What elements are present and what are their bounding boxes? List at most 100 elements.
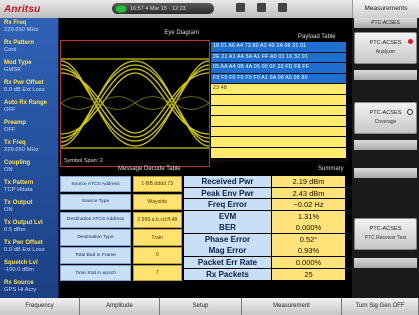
summary-row: Freq Error −0.02 Hz [184, 199, 345, 211]
table-row: Destination Type Train [60, 229, 182, 246]
summary-value: 1.31% [272, 210, 345, 222]
ptc-acses-coverage-button[interactable]: PTC-ACSES Coverage [354, 102, 417, 134]
summary-value: −0.02 Hz [272, 199, 345, 211]
parameter-item[interactable]: Rx Pattern Cont [0, 38, 58, 58]
summary-label: BER [184, 222, 271, 234]
summary-label: Received Pwr [184, 176, 271, 187]
summary-row: Mag Error 0.93% [184, 245, 345, 257]
parameter-item[interactable]: Rx Source GPS Hi Acry [0, 278, 58, 298]
decode-label: Destination ATCS Address [60, 211, 131, 228]
summary-label: Phase Error [184, 233, 271, 245]
divider [354, 168, 417, 178]
ptc-receiver-test-button[interactable]: PTC-ACSES PTC Receiver Test [354, 218, 417, 250]
menu-button-amplitude[interactable]: Amplitude [80, 298, 160, 315]
payload-row [211, 147, 346, 158]
parameter-item[interactable]: Squelch Lvl -100.0 dBm [0, 258, 58, 278]
coverage-button-title: PTC-ACSES [369, 110, 402, 116]
menu-button-setup[interactable]: Setup [160, 298, 242, 315]
parameter-item[interactable]: Tx Pwr Offset 0.0 dB Ext Loss [0, 238, 58, 258]
menu-button-turn-sig-gen-off[interactable]: Turn Sig Gen OFF [342, 298, 419, 315]
parameter-value: ON [4, 207, 13, 213]
selected-icon [408, 39, 413, 44]
table-row: Total Bad in Frame 0 [60, 247, 182, 264]
decode-label: Destination Type [60, 229, 131, 246]
summary-row: BER 0.000% [184, 222, 345, 234]
parameter-label: Squelch Lvl [4, 260, 38, 266]
payload-row: 18 01 A6 A4 73 80 A2 40 2A 08 31 01 [211, 42, 346, 52]
parameter-item[interactable]: Tx Output ON [0, 198, 58, 218]
parameter-label: Tx Freq [4, 140, 26, 146]
summary-label: Rx Packets [184, 268, 271, 280]
decode-value: 2.999.a.b.cd.ff.48 [132, 211, 182, 228]
parameter-label: Tx Pattern [4, 180, 34, 186]
summary-row: Phase Error 0.52° [184, 233, 345, 245]
parameter-value: 229.650 MHz [4, 147, 39, 153]
summary-row: Rx Packets 25 [184, 268, 345, 280]
parameter-label: Tx Pwr Offset [4, 240, 43, 246]
parameter-item[interactable]: Tx Output Lvl 0.5 dBm [0, 218, 58, 238]
parameter-label: Mod Type [4, 60, 32, 66]
parameter-item[interactable]: Rx Freq 229.650 MHz [0, 18, 58, 38]
payload-row [211, 116, 346, 126]
decode-value: 1-BB.dddd.73 [132, 176, 182, 193]
decode-label: Source Type [60, 193, 131, 211]
parameter-label: Rx Source [4, 280, 34, 286]
summary-value: 0.000% [272, 222, 345, 234]
eye-diagram-title: Eye Diagram [164, 30, 199, 36]
parameter-label: Tx Output Lvl [4, 220, 43, 226]
parameter-item[interactable]: Rx Pwr Offset 0.0 dB Ext Loss [0, 78, 58, 98]
parameter-value: OFF [4, 127, 16, 133]
save-icon[interactable] [257, 3, 266, 12]
summary-value: 0.000% [272, 257, 345, 268]
ptc-acses-analyzer-button[interactable]: PTC-ACSES Analyzer [354, 32, 417, 64]
parameter-value: 229.650 MHz [4, 27, 39, 33]
payload-table: 18 01 A6 A4 73 80 A2 40 2A 08 31 01 2E 21… [211, 42, 346, 162]
parameter-label: Rx Pattern [4, 40, 35, 46]
table-row: Source Type Wayside [60, 193, 182, 211]
message-decode-table: Source ATCS Address 1-BB.dddd.73 Source Ty… [60, 176, 182, 283]
menu-button-measurement[interactable]: Measurement [242, 298, 342, 315]
payload-row [211, 105, 346, 116]
table-row: Time Stat in epoch 7 [60, 264, 182, 282]
payload-row: 05 AA A4 0B 4A 05 00 0F 20 FD F8 FF [211, 63, 346, 73]
measurements-tab[interactable]: Measurements [352, 0, 419, 18]
summary-value: 0.52° [272, 233, 345, 245]
soft-key-panel: PTC-ACSES PTC-ACSES Analyzer PTC-ACSES C… [352, 18, 419, 298]
decode-label: Source ATCS Address [60, 176, 131, 193]
summary-value: 0.93% [272, 245, 345, 257]
status-indicator: 16:57 4 Mar 15 · 12:23 [112, 3, 214, 14]
parameter-item[interactable]: Auto Rx Range OFF [0, 98, 58, 118]
hold-icon[interactable] [278, 3, 287, 12]
summary-row: Packet Err Rate 0.000% [184, 257, 345, 268]
menu-title: PTC-ACSES [354, 18, 417, 28]
menu-button-frequency[interactable]: Frequency [0, 298, 80, 315]
summary-table: Received Pwr 2.19 dBm Peak Env Pwr 2.43 dBm… [184, 176, 345, 280]
parameter-value: GMSK [4, 67, 22, 73]
signal-ok-icon [116, 5, 126, 12]
table-row: Destination ATCS Address 2.999.a.b.cd.ff.… [60, 211, 182, 228]
payload-row [211, 137, 346, 147]
parameter-value: 0.0 dB Ext Loss [4, 87, 45, 93]
decode-label: Time Stat in epoch [60, 264, 131, 282]
payload-row [211, 94, 346, 105]
parameter-item[interactable]: Tx Freq 229.650 MHz [0, 138, 58, 158]
parameter-panel: Rx Freq 229.650 MHz Rx Pattern Cont Mod Type… [0, 18, 59, 298]
summary-title: Summary [318, 166, 344, 172]
parameter-label: Auto Rx Range [4, 100, 48, 106]
message-decode-title: Message Decode Table [118, 166, 181, 172]
brand-logo: Anritsu [4, 3, 41, 15]
summary-label: Freq Error [184, 199, 271, 211]
summary-row: Received Pwr 2.19 dBm [184, 176, 345, 187]
status-text: 16:57 4 Mar 15 · 12:23 [130, 5, 186, 12]
parameter-item[interactable]: Tx Pattern TCP Hdata [0, 178, 58, 198]
parameter-label: Preamp [4, 120, 27, 126]
parameter-item[interactable]: Coupling ON [0, 158, 58, 178]
receiver-button-title: PTC-ACSES [369, 226, 402, 232]
bottom-menu-bar: Frequency Amplitude Setup Measurement Turn S… [0, 298, 419, 315]
decode-value: 0 [132, 247, 182, 264]
summary-value: 25 [272, 268, 345, 280]
parameter-item[interactable]: Mod Type GMSK [0, 58, 58, 78]
analyzer-button-title: PTC-ACSES [369, 40, 402, 46]
decode-value: 7 [132, 264, 182, 282]
parameter-item[interactable]: Preamp OFF [0, 118, 58, 138]
